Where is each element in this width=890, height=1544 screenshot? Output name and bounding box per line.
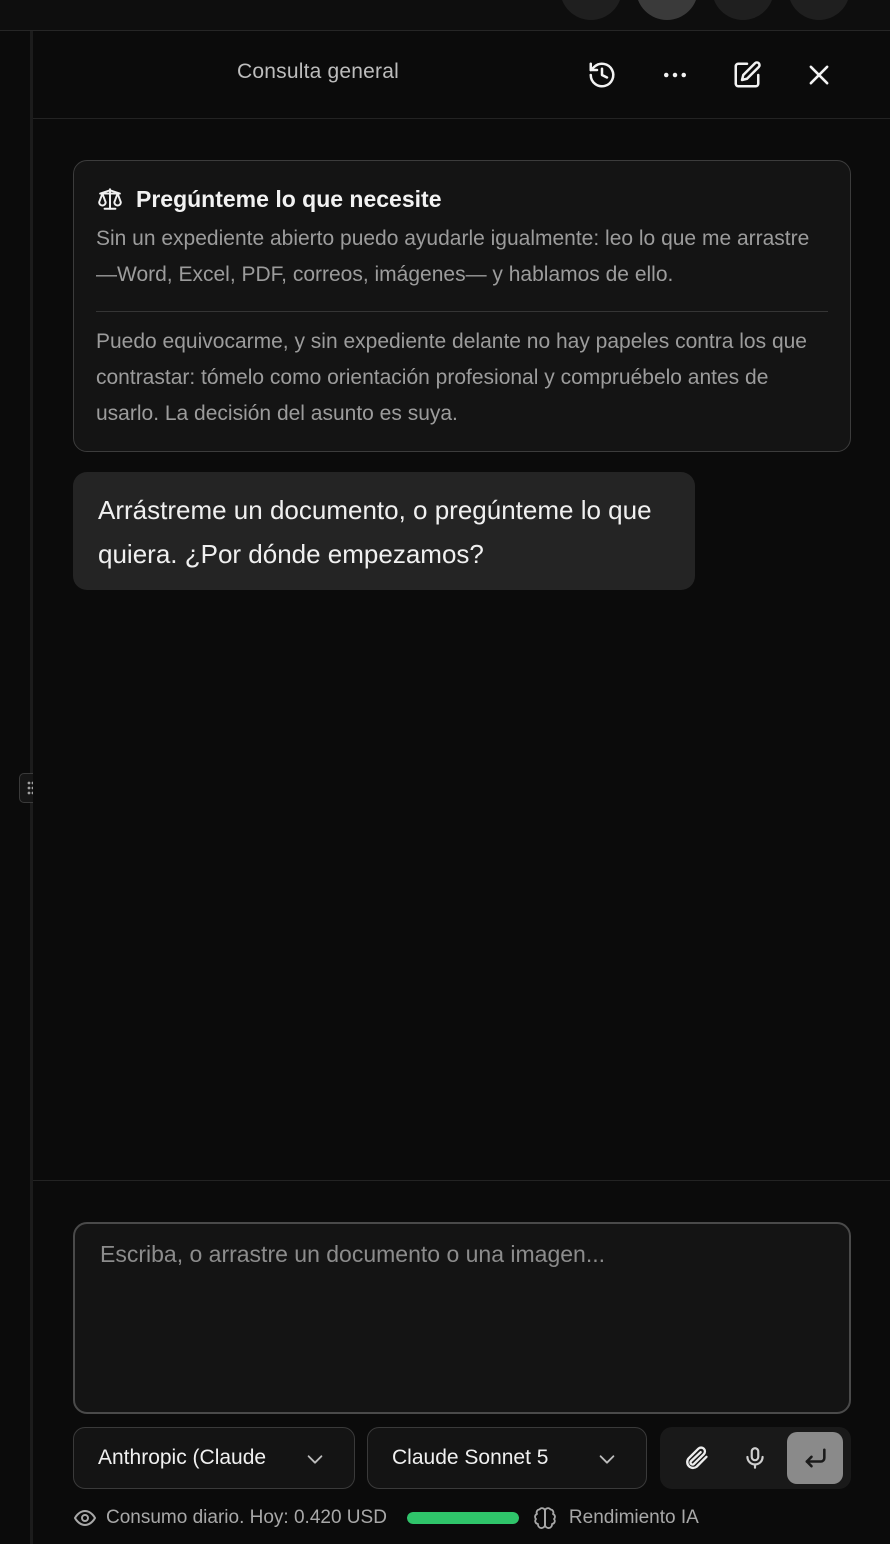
notice-text-intro: Sin un expediente abierto puedo ayudarle… xyxy=(96,227,810,286)
divider xyxy=(33,1180,890,1181)
paperclip-icon xyxy=(686,1446,708,1470)
toolbar-button[interactable] xyxy=(712,0,774,20)
page-title: Consulta general xyxy=(237,60,399,83)
send-button[interactable] xyxy=(787,1432,843,1484)
model-select[interactable]: Claude Sonnet 5 xyxy=(367,1427,647,1489)
microphone-icon xyxy=(746,1447,764,1469)
toolbar-button[interactable] xyxy=(788,0,850,20)
close-icon xyxy=(809,65,829,85)
info-notice-card: Pregúnteme lo que necesite Sin un expedi… xyxy=(73,160,851,452)
voice-input-button[interactable] xyxy=(729,1432,781,1484)
message-input[interactable] xyxy=(75,1224,849,1412)
usage-progress-bar xyxy=(406,1512,519,1524)
chat-header: Consulta general xyxy=(33,31,890,119)
history-button[interactable] xyxy=(580,53,624,97)
usage-status: Consumo diario. Hoy: 0.420 USD Rendimien… xyxy=(73,1503,873,1533)
attach-button[interactable] xyxy=(670,1432,722,1484)
chat-panel: Consulta general Pregúnteme lo que neces… xyxy=(33,31,890,1544)
chevron-down-icon xyxy=(599,1455,615,1464)
more-icon xyxy=(664,72,686,78)
eye-icon xyxy=(74,1510,96,1526)
composer-tools xyxy=(660,1427,851,1489)
scale-icon xyxy=(98,188,122,210)
assistant-message: Arrástreme un documento, o pregúnteme lo… xyxy=(73,472,695,590)
provider-select-value: Anthropic (Claude xyxy=(98,1446,267,1469)
toolbar-button[interactable] xyxy=(560,0,622,20)
edit-icon xyxy=(734,61,761,88)
history-icon xyxy=(589,62,615,88)
model-select-value: Claude Sonnet 5 xyxy=(392,1446,549,1469)
close-button[interactable] xyxy=(797,53,841,97)
top-toolbar-strip xyxy=(0,0,890,31)
notice-header: Pregúnteme lo que necesite xyxy=(96,183,828,215)
toolbar-button-active[interactable] xyxy=(636,0,698,20)
message-composer[interactable] xyxy=(73,1222,851,1414)
notice-text-disclaimer: Puedo equivocarme, y sin expediente dela… xyxy=(96,330,807,425)
send-icon xyxy=(805,1448,826,1468)
provider-select[interactable]: Anthropic (Claude xyxy=(73,1427,355,1489)
more-options-button[interactable] xyxy=(653,53,697,97)
brain-icon xyxy=(534,1507,556,1529)
chevron-down-icon xyxy=(307,1455,323,1464)
performance-label[interactable]: Rendimiento IA xyxy=(569,1507,699,1529)
divider xyxy=(96,311,828,312)
usage-label: Consumo diario. Hoy: 0.420 USD xyxy=(106,1507,387,1528)
usage-progress-fill xyxy=(406,1512,519,1524)
new-chat-button[interactable] xyxy=(725,53,769,97)
notice-title: Pregúnteme lo que necesite xyxy=(136,185,442,212)
